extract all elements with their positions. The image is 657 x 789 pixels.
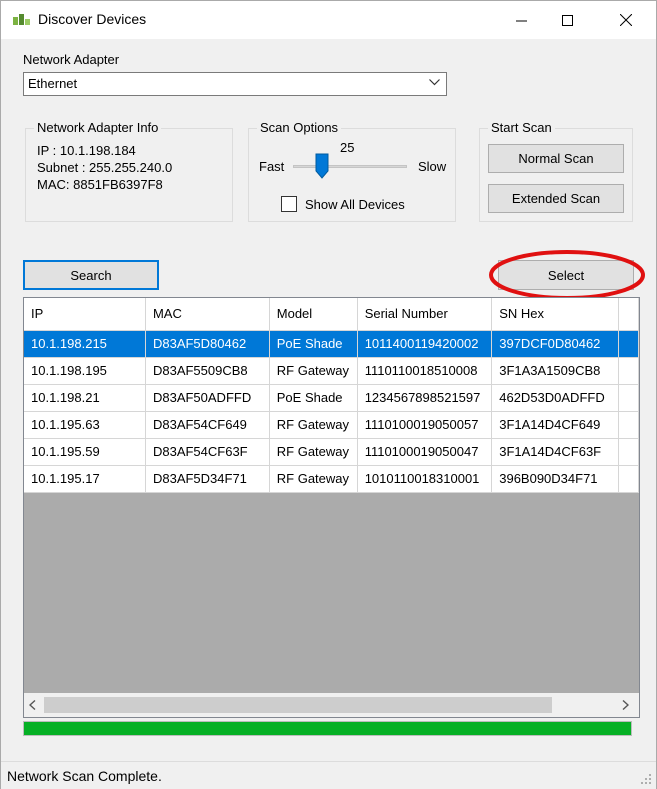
- cell-extra: [618, 438, 639, 466]
- cell-model: RF Gateway: [269, 465, 358, 493]
- cell-mac: D83AF5D34F71: [145, 465, 270, 493]
- resize-grip-icon[interactable]: [640, 773, 652, 785]
- minimize-icon: [515, 20, 527, 21]
- devices-grid[interactable]: IP MAC Model Serial Number SN Hex 10.1.1…: [23, 297, 640, 718]
- cell-mac: D83AF50ADFFD: [145, 384, 270, 412]
- cell-mac: D83AF5509CB8: [145, 357, 270, 385]
- cell-ip: 10.1.198.195: [24, 357, 146, 385]
- cell-sn-hex: 396B090D34F71: [491, 465, 620, 493]
- cell-extra: [618, 411, 639, 439]
- cell-mac: D83AF54CF63F: [145, 438, 270, 466]
- scan-progress-bar: [23, 721, 632, 736]
- app-icon: [13, 13, 31, 25]
- cell-model: PoE Shade: [269, 330, 358, 358]
- show-all-devices-label[interactable]: Show All Devices: [305, 197, 405, 212]
- start-scan-legend: Start Scan: [488, 120, 555, 135]
- cell-ip: 10.1.195.59: [24, 438, 146, 466]
- column-header-ip[interactable]: IP: [24, 298, 146, 331]
- highlight-ring: [489, 250, 645, 300]
- cell-model: PoE Shade: [269, 384, 358, 412]
- horizontal-scroll-thumb[interactable]: [44, 697, 552, 713]
- scan-options-legend: Scan Options: [257, 120, 342, 135]
- network-adapter-label: Network Adapter: [23, 52, 120, 67]
- scan-progress-fill: [24, 722, 631, 735]
- cell-ip: 10.1.198.21: [24, 384, 146, 412]
- search-button[interactable]: Search: [23, 260, 159, 290]
- cell-serial: 1010110018310001: [357, 465, 493, 493]
- close-icon: [620, 14, 632, 26]
- table-header-row: IP MAC Model Serial Number SN Hex: [24, 298, 639, 331]
- adapter-subnet-text: Subnet : 255.255.240.0: [37, 160, 173, 175]
- cell-serial: 1011400119420002: [357, 330, 493, 358]
- scan-speed-slider[interactable]: [293, 165, 407, 168]
- cell-mac: D83AF5D80462: [145, 330, 270, 358]
- scan-speed-value: 25: [340, 140, 355, 155]
- cell-model: RF Gateway: [269, 357, 358, 385]
- slow-label: Slow: [418, 159, 447, 174]
- cell-ip: 10.1.195.63: [24, 411, 146, 439]
- cell-serial: 1110100019050047: [357, 438, 493, 466]
- table-row[interactable]: 10.1.195.17 D83AF5D34F71 RF Gateway 1010…: [24, 465, 639, 493]
- show-all-devices-checkbox[interactable]: [281, 196, 297, 212]
- adapter-mac-text: MAC: 8851FB6397F8: [37, 177, 163, 192]
- table-row[interactable]: 10.1.198.215 D83AF5D80462 PoE Shade 1011…: [24, 330, 639, 358]
- adapter-ip-text: IP : 10.1.198.184: [37, 143, 136, 158]
- maximize-button[interactable]: [544, 1, 590, 39]
- table-row[interactable]: 10.1.195.63 D83AF54CF649 RF Gateway 1110…: [24, 411, 639, 439]
- cell-ip: 10.1.198.215: [24, 330, 146, 358]
- cell-ip: 10.1.195.17: [24, 465, 146, 493]
- fast-label: Fast: [259, 159, 285, 174]
- minimize-button[interactable]: [498, 1, 544, 39]
- normal-scan-button[interactable]: Normal Scan: [488, 144, 624, 173]
- cell-extra: [618, 330, 639, 358]
- cell-extra: [618, 384, 639, 412]
- window-title: Discover Devices: [38, 11, 147, 27]
- discover-devices-window: Discover Devices Network Adapter Etherne…: [0, 0, 657, 789]
- cell-serial: 1110110018510008: [357, 357, 493, 385]
- column-header-mac[interactable]: MAC: [145, 298, 270, 331]
- cell-sn-hex: 397DCF0D80462: [491, 330, 620, 358]
- extended-scan-button[interactable]: Extended Scan: [488, 184, 624, 213]
- status-bar: Network Scan Complete.: [1, 761, 656, 789]
- table-row[interactable]: 10.1.195.59 D83AF54CF63F RF Gateway 1110…: [24, 438, 639, 466]
- column-header-extra: [618, 298, 639, 331]
- cell-serial: 1110100019050057: [357, 411, 493, 439]
- table-row[interactable]: 10.1.198.21 D83AF50ADFFD PoE Shade 12345…: [24, 384, 639, 412]
- cell-model: RF Gateway: [269, 411, 358, 439]
- cell-sn-hex: 3F1A14D4CF649: [491, 411, 620, 439]
- status-text: Network Scan Complete.: [7, 768, 162, 784]
- column-header-model[interactable]: Model: [269, 298, 358, 331]
- cell-sn-hex: 3F1A14D4CF63F: [491, 438, 620, 466]
- cell-model: RF Gateway: [269, 438, 358, 466]
- scroll-left-icon[interactable]: [29, 700, 36, 710]
- close-button[interactable]: [603, 1, 649, 39]
- scan-speed-slider-thumb[interactable]: [315, 153, 329, 179]
- scroll-right-icon[interactable]: [622, 700, 629, 710]
- table-row[interactable]: 10.1.198.195 D83AF5509CB8 RF Gateway 111…: [24, 357, 639, 385]
- network-adapter-select[interactable]: Ethernet: [23, 72, 447, 96]
- cell-extra: [618, 465, 639, 493]
- adapter-info-legend: Network Adapter Info: [34, 120, 162, 135]
- horizontal-scrollbar[interactable]: [24, 693, 639, 717]
- network-adapter-value: Ethernet: [28, 76, 78, 91]
- chevron-down-icon: [429, 79, 440, 86]
- column-header-serial-number[interactable]: Serial Number: [357, 298, 493, 331]
- cell-serial: 1234567898521597: [357, 384, 493, 412]
- column-header-sn-hex[interactable]: SN Hex: [491, 298, 620, 331]
- cell-sn-hex: 3F1A3A1509CB8: [491, 357, 620, 385]
- cell-sn-hex: 462D53D0ADFFD: [491, 384, 620, 412]
- devices-table: IP MAC Model Serial Number SN Hex 10.1.1…: [24, 298, 639, 493]
- title-bar[interactable]: Discover Devices: [1, 1, 656, 39]
- cell-extra: [618, 357, 639, 385]
- maximize-icon: [561, 14, 573, 26]
- cell-mac: D83AF54CF649: [145, 411, 270, 439]
